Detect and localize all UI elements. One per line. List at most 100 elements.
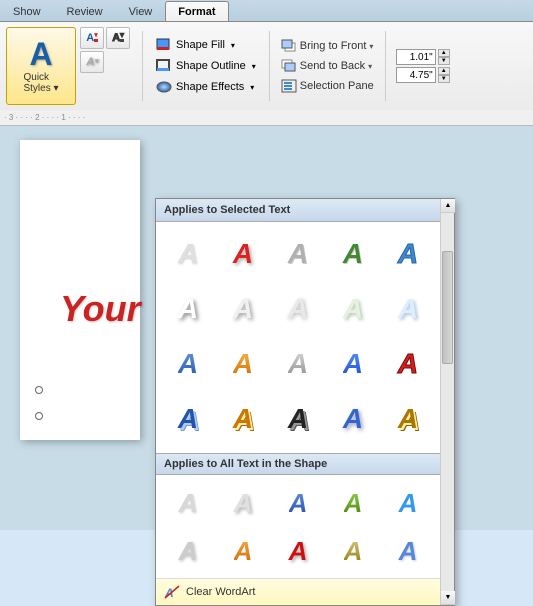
shape-fill-arrow: ▾: [231, 41, 235, 50]
wordart-style-16[interactable]: A: [162, 393, 214, 445]
tab-review[interactable]: Review: [54, 1, 116, 21]
height-down-button[interactable]: ▼: [438, 57, 450, 65]
divider-3: [385, 31, 386, 101]
wordart-style-3[interactable]: A: [272, 228, 324, 280]
bring-to-front-label: Bring to Front: [300, 40, 367, 52]
wordart-all-style-7[interactable]: A: [217, 529, 269, 574]
shape-effects-arrow: ▾: [250, 83, 254, 92]
wordart-style-17[interactable]: A: [217, 393, 269, 445]
scroll-down-button[interactable]: ▼: [441, 591, 455, 605]
wordart-style-4[interactable]: A: [327, 228, 379, 280]
arrange-group: Bring to Front ▾ Send to Back ▾ Select: [276, 37, 379, 95]
shape-effects-icon: [156, 80, 172, 94]
send-to-back-arrow: ▾: [368, 62, 372, 71]
wordart-style-5[interactable]: A: [382, 228, 434, 280]
wordart-style-6[interactable]: A: [162, 283, 214, 335]
text-effects-button[interactable]: A▾: [80, 51, 104, 73]
wordart-all-style-9[interactable]: A: [327, 529, 379, 574]
wordart-text-display: Your: [60, 288, 141, 330]
send-to-back-button[interactable]: Send to Back ▾: [276, 57, 379, 75]
size-group: ▲ ▼ ▲ ▼: [392, 49, 454, 83]
wordart-grid-2: A A A A A A A: [156, 475, 440, 578]
slide-canvas: Your: [20, 140, 140, 440]
wordart-all-style-1[interactable]: A: [162, 481, 214, 526]
wordart-style-12[interactable]: A: [217, 338, 269, 390]
selection-pane-button[interactable]: Selection Pane: [276, 77, 379, 95]
height-up-button[interactable]: ▲: [438, 49, 450, 57]
width-up-button[interactable]: ▲: [438, 67, 450, 75]
wordart-style-18[interactable]: A: [272, 393, 324, 445]
clear-wordart-button[interactable]: A Clear WordArt: [156, 578, 440, 605]
wordart-all-style-6[interactable]: A: [162, 529, 214, 574]
panel-scrollbar: ▲ ▼: [440, 199, 454, 605]
text-fill-button[interactable]: A▾: [80, 27, 104, 49]
selection-pane-label: Selection Pane: [300, 80, 374, 92]
panel-section1-header: Applies to Selected Text: [156, 199, 440, 222]
shape-effects-item[interactable]: Shape Effects ▾: [152, 78, 260, 96]
height-row: ▲ ▼: [396, 49, 450, 65]
send-to-back-label: Send to Back: [300, 60, 365, 72]
main-area: · 3 · · · · 2 · · · · 1 · · · · Your App…: [0, 110, 533, 530]
shape-outline-label: Shape Outline: [176, 60, 246, 72]
wordart-style-8[interactable]: A: [272, 283, 324, 335]
shape-effects-label: Shape Effects: [176, 81, 244, 93]
bring-to-front-arrow: ▾: [369, 42, 373, 51]
tab-show[interactable]: Show: [0, 1, 54, 21]
shape-outline-arrow: ▾: [252, 62, 256, 71]
wordart-style-1[interactable]: A: [162, 228, 214, 280]
quick-styles-button[interactable]: A QuickStyles ▾: [6, 27, 76, 105]
divider-2: [269, 31, 270, 101]
panel-section2-header: Applies to All Text in the Shape: [156, 453, 440, 475]
wordart-style-7[interactable]: A: [217, 283, 269, 335]
height-input[interactable]: [396, 49, 436, 65]
wordart-style-11[interactable]: A: [162, 338, 214, 390]
quick-styles-icon: A: [29, 38, 52, 70]
selection-pane-icon: [281, 79, 297, 93]
ribbon: Show Review View Format A QuickStyles ▾ …: [0, 0, 533, 110]
shape-group: Shape Fill ▾ Shape Outline ▾ Shape Effec…: [149, 33, 263, 99]
shape-outline-icon: [156, 59, 172, 73]
wordart-style-9[interactable]: A: [327, 283, 379, 335]
tab-view[interactable]: View: [116, 1, 166, 21]
width-spinners: ▲ ▼: [438, 67, 450, 83]
wordart-all-style-3[interactable]: A: [272, 481, 324, 526]
wordart-styles-panel: Applies to Selected Text A A A A A: [155, 198, 455, 606]
text-effects-row: A▾: [80, 51, 132, 73]
wordart-style-10[interactable]: A: [382, 283, 434, 335]
width-input[interactable]: [396, 67, 436, 83]
wordart-all-style-8[interactable]: A: [272, 529, 324, 574]
tab-bar: Show Review View Format: [0, 0, 533, 22]
scroll-track: [441, 213, 454, 591]
shape-fill-icon: [156, 38, 172, 52]
send-to-back-icon: [281, 59, 297, 73]
shape-fill-item[interactable]: Shape Fill ▾: [152, 36, 260, 54]
wordart-style-20[interactable]: A: [382, 393, 434, 445]
wordart-all-style-4[interactable]: A: [327, 481, 379, 526]
scroll-up-button[interactable]: ▲: [441, 199, 455, 213]
shape-outline-item[interactable]: Shape Outline ▾: [152, 57, 260, 75]
scroll-thumb[interactable]: [442, 251, 453, 364]
handle-tl[interactable]: [35, 386, 43, 394]
wordart-style-2[interactable]: A: [217, 228, 269, 280]
wordart-all-style-5[interactable]: A: [382, 481, 434, 526]
quick-styles-label: QuickStyles ▾: [23, 72, 58, 94]
shape-fill-label: Shape Fill: [176, 39, 225, 51]
width-down-button[interactable]: ▼: [438, 75, 450, 83]
tab-format[interactable]: Format: [165, 1, 228, 21]
clear-wordart-icon: A: [164, 585, 180, 599]
wordart-all-style-2[interactable]: A: [217, 481, 269, 526]
wordart-grid-1: A A A A A A A: [156, 222, 440, 451]
wordart-style-19[interactable]: A: [327, 393, 379, 445]
panel-inner: Applies to Selected Text A A A A A: [156, 199, 440, 605]
bring-to-front-button[interactable]: Bring to Front ▾: [276, 37, 379, 55]
height-spinners: ▲ ▼: [438, 49, 450, 65]
ruler: · 3 · · · · 2 · · · · 1 · · · ·: [0, 110, 533, 126]
wordart-style-15[interactable]: A: [382, 338, 434, 390]
bring-to-front-icon: [281, 39, 297, 53]
wordart-style-14[interactable]: A: [327, 338, 379, 390]
clear-wordart-label: Clear WordArt: [186, 586, 255, 598]
wordart-style-13[interactable]: A: [272, 338, 324, 390]
text-outline-button[interactable]: A▾: [106, 27, 130, 49]
wordart-all-style-10[interactable]: A: [382, 529, 434, 574]
handle-bl[interactable]: [35, 412, 43, 420]
